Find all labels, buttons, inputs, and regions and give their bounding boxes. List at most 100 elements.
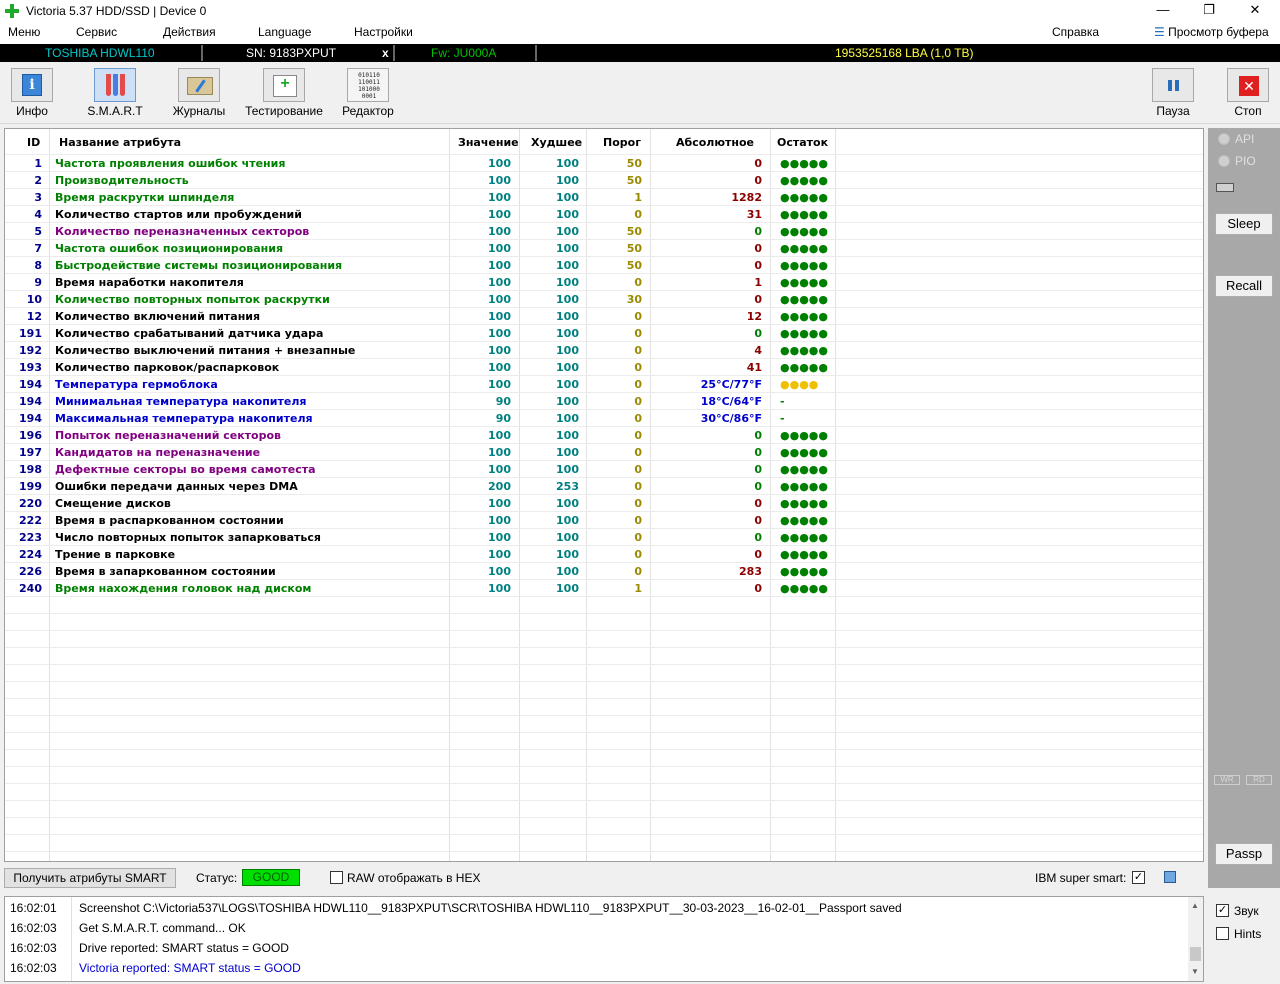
table-row[interactable]: 4 Количество стартов или пробуждений 100 10… [5, 206, 1203, 223]
table-row[interactable]: 192 Количество выключений питания + внеза… [5, 342, 1203, 359]
sleep-button[interactable]: Sleep [1215, 213, 1273, 235]
row-divider [5, 630, 1203, 631]
table-row[interactable]: 193 Количество парковок/распарковок 100 100… [5, 359, 1203, 376]
table-row[interactable]: 5 Количество переназначенных секторов 100 1… [5, 223, 1203, 240]
table-row[interactable]: 194 Максимальная температура накопителя 90… [5, 410, 1203, 427]
attribute-remaining: ●●●●● [780, 548, 828, 561]
table-row[interactable]: 7 Частота ошибок позиционирования 100 100 50… [5, 240, 1203, 257]
attribute-id: 1 [34, 157, 42, 170]
table-row[interactable]: 198 Дефектные секторы во время самотеста 1… [5, 461, 1203, 478]
attribute-threshold: 30 [626, 293, 642, 306]
table-row[interactable]: 9 Время наработки накопителя 100 100 0 1 ●●●●● [5, 274, 1203, 291]
sound-checkbox[interactable]: ✓ [1216, 904, 1229, 917]
testing-button[interactable]: + Тестирование [243, 66, 325, 122]
color-indicator[interactable] [1164, 871, 1176, 883]
attribute-value: 90 [495, 412, 511, 425]
menu-bar: Меню Сервис Действия Language Настройки … [0, 22, 1280, 44]
log-time: 16:02:03 [10, 961, 57, 975]
journals-folder-icon [178, 68, 220, 102]
attribute-remaining: ●●●●● [780, 191, 828, 204]
attribute-worst: 100 [556, 395, 579, 408]
minimize-button[interactable]: — [1140, 0, 1186, 22]
info-button[interactable]: i Инфо [0, 66, 73, 122]
attribute-worst: 100 [556, 344, 579, 357]
table-row[interactable]: 197 Кандидатов на переназначение 100 100 0 0 ●… [5, 444, 1203, 461]
attribute-value: 100 [488, 174, 511, 187]
journals-button[interactable]: Журналы [158, 66, 240, 122]
table-row[interactable]: 10 Количество повторных попыток раскрутки… [5, 291, 1203, 308]
raw-hex-checkbox[interactable] [330, 871, 343, 884]
stop-button[interactable]: ✕ Стоп [1207, 66, 1280, 122]
menu-item-settings[interactable]: Настройки [354, 25, 413, 39]
scroll-up-icon[interactable]: ▲ [1191, 901, 1199, 910]
header-id[interactable]: ID [27, 136, 40, 149]
victoria-cross-icon [5, 4, 19, 18]
passp-button[interactable]: Passp [1215, 843, 1273, 865]
recall-button[interactable]: Recall [1215, 275, 1273, 297]
header-worst[interactable]: Худшее [531, 136, 582, 149]
table-row[interactable]: 194 Температура гермоблока 100 100 0 25°C/77°… [5, 376, 1203, 393]
close-window-button[interactable]: ✕ [1232, 0, 1278, 22]
maximize-button[interactable]: ❐ [1186, 0, 1232, 22]
header-name[interactable]: Название атрибута [59, 136, 181, 149]
header-remaining[interactable]: Остаток [777, 136, 828, 149]
divider [535, 45, 537, 61]
menu-item-service[interactable]: Сервис [76, 25, 117, 39]
attribute-worst: 100 [556, 361, 579, 374]
pio-radio[interactable] [1218, 155, 1230, 167]
scroll-thumb[interactable] [1190, 947, 1201, 961]
attribute-absolute: 0 [754, 429, 762, 442]
table-row[interactable]: 226 Время в запаркованном состоянии 100 100… [5, 563, 1203, 580]
drive-model[interactable]: TOSHIBA HDWL110 [45, 45, 155, 61]
attribute-value: 100 [488, 259, 511, 272]
scroll-down-icon[interactable]: ▼ [1191, 967, 1199, 976]
table-row[interactable]: 1 Частота проявления ошибок чтения 100 100 5… [5, 155, 1203, 172]
pause-button[interactable]: Пауза [1132, 66, 1214, 122]
menu-item-menu[interactable]: Меню [8, 25, 40, 39]
rd-indicator: RD [1246, 775, 1272, 785]
row-divider [5, 834, 1203, 835]
menu-item-actions[interactable]: Действия [163, 25, 216, 39]
attribute-name: Ошибки передачи данных через DMA [55, 480, 298, 493]
api-radio[interactable] [1218, 133, 1230, 145]
table-row[interactable]: 12 Количество включений питания 100 100 0 12 ●… [5, 308, 1203, 325]
drive-info-bar: TOSHIBA HDWL110 SN: 9183PXPUT x Fw: JU00… [0, 44, 1280, 62]
table-row[interactable]: 199 Ошибки передачи данных через DMA 200 25… [5, 478, 1203, 495]
attribute-remaining: ●●●●● [780, 361, 828, 374]
status-badge: GOOD [242, 869, 300, 886]
header-value[interactable]: Значение [458, 136, 519, 149]
attribute-name: Количество выключений питания + внезапны… [55, 344, 356, 357]
attribute-absolute: 1 [754, 276, 762, 289]
table-row[interactable]: 2 Производительность 100 100 50 0 ●●●●● [5, 172, 1203, 189]
header-threshold[interactable]: Порог [603, 136, 641, 149]
ibm-super-smart-checkbox[interactable]: ✓ [1132, 871, 1145, 884]
log-scrollbar[interactable]: ▲ ▼ [1188, 897, 1203, 981]
attribute-id: 194 [19, 412, 42, 425]
buffer-view-menu[interactable]: ☰ Просмотр буфера [1154, 25, 1269, 39]
hints-checkbox[interactable] [1216, 927, 1229, 940]
table-row[interactable]: 194 Минимальная температура накопителя 90 1… [5, 393, 1203, 410]
table-row[interactable]: 220 Смещение дисков 100 100 0 0 ●●●●● [5, 495, 1203, 512]
attribute-worst: 100 [556, 174, 579, 187]
attribute-name: Количество срабатываний датчика удара [55, 327, 324, 340]
table-row[interactable]: 240 Время нахождения головок над диском 10… [5, 580, 1203, 597]
table-row[interactable]: 8 Быстродействие системы позиционирования… [5, 257, 1203, 274]
drive-close-button[interactable]: x [382, 45, 389, 61]
menu-item-help[interactable]: Справка [1052, 25, 1099, 39]
table-row[interactable]: 223 Число повторных попыток запарковаться… [5, 529, 1203, 546]
attribute-threshold: 1 [634, 582, 642, 595]
attribute-absolute: 0 [754, 174, 762, 187]
attribute-worst: 253 [556, 480, 579, 493]
get-smart-attributes-button[interactable]: Получить атрибуты SMART [4, 868, 176, 888]
table-row[interactable]: 222 Время в распаркованном состоянии 100 10… [5, 512, 1203, 529]
smart-button[interactable]: S.M.A.R.T [74, 66, 156, 122]
options-panel: ✓ Звук Hints [1208, 892, 1280, 984]
attribute-name: Время нахождения головок над диском [55, 582, 312, 595]
header-absolute[interactable]: Абсолютное [676, 136, 754, 149]
table-row[interactable]: 196 Попыток переназначений секторов 100 100… [5, 427, 1203, 444]
menu-item-language[interactable]: Language [258, 25, 311, 39]
table-row[interactable]: 3 Время раскрутки шпинделя 100 100 1 1282 ●●●●… [5, 189, 1203, 206]
table-row[interactable]: 191 Количество срабатываний датчика удара… [5, 325, 1203, 342]
table-row[interactable]: 224 Трение в парковке 100 100 0 0 ●●●●● [5, 546, 1203, 563]
editor-button[interactable]: 010110 110011 101000 0001 Редактор [327, 66, 409, 122]
